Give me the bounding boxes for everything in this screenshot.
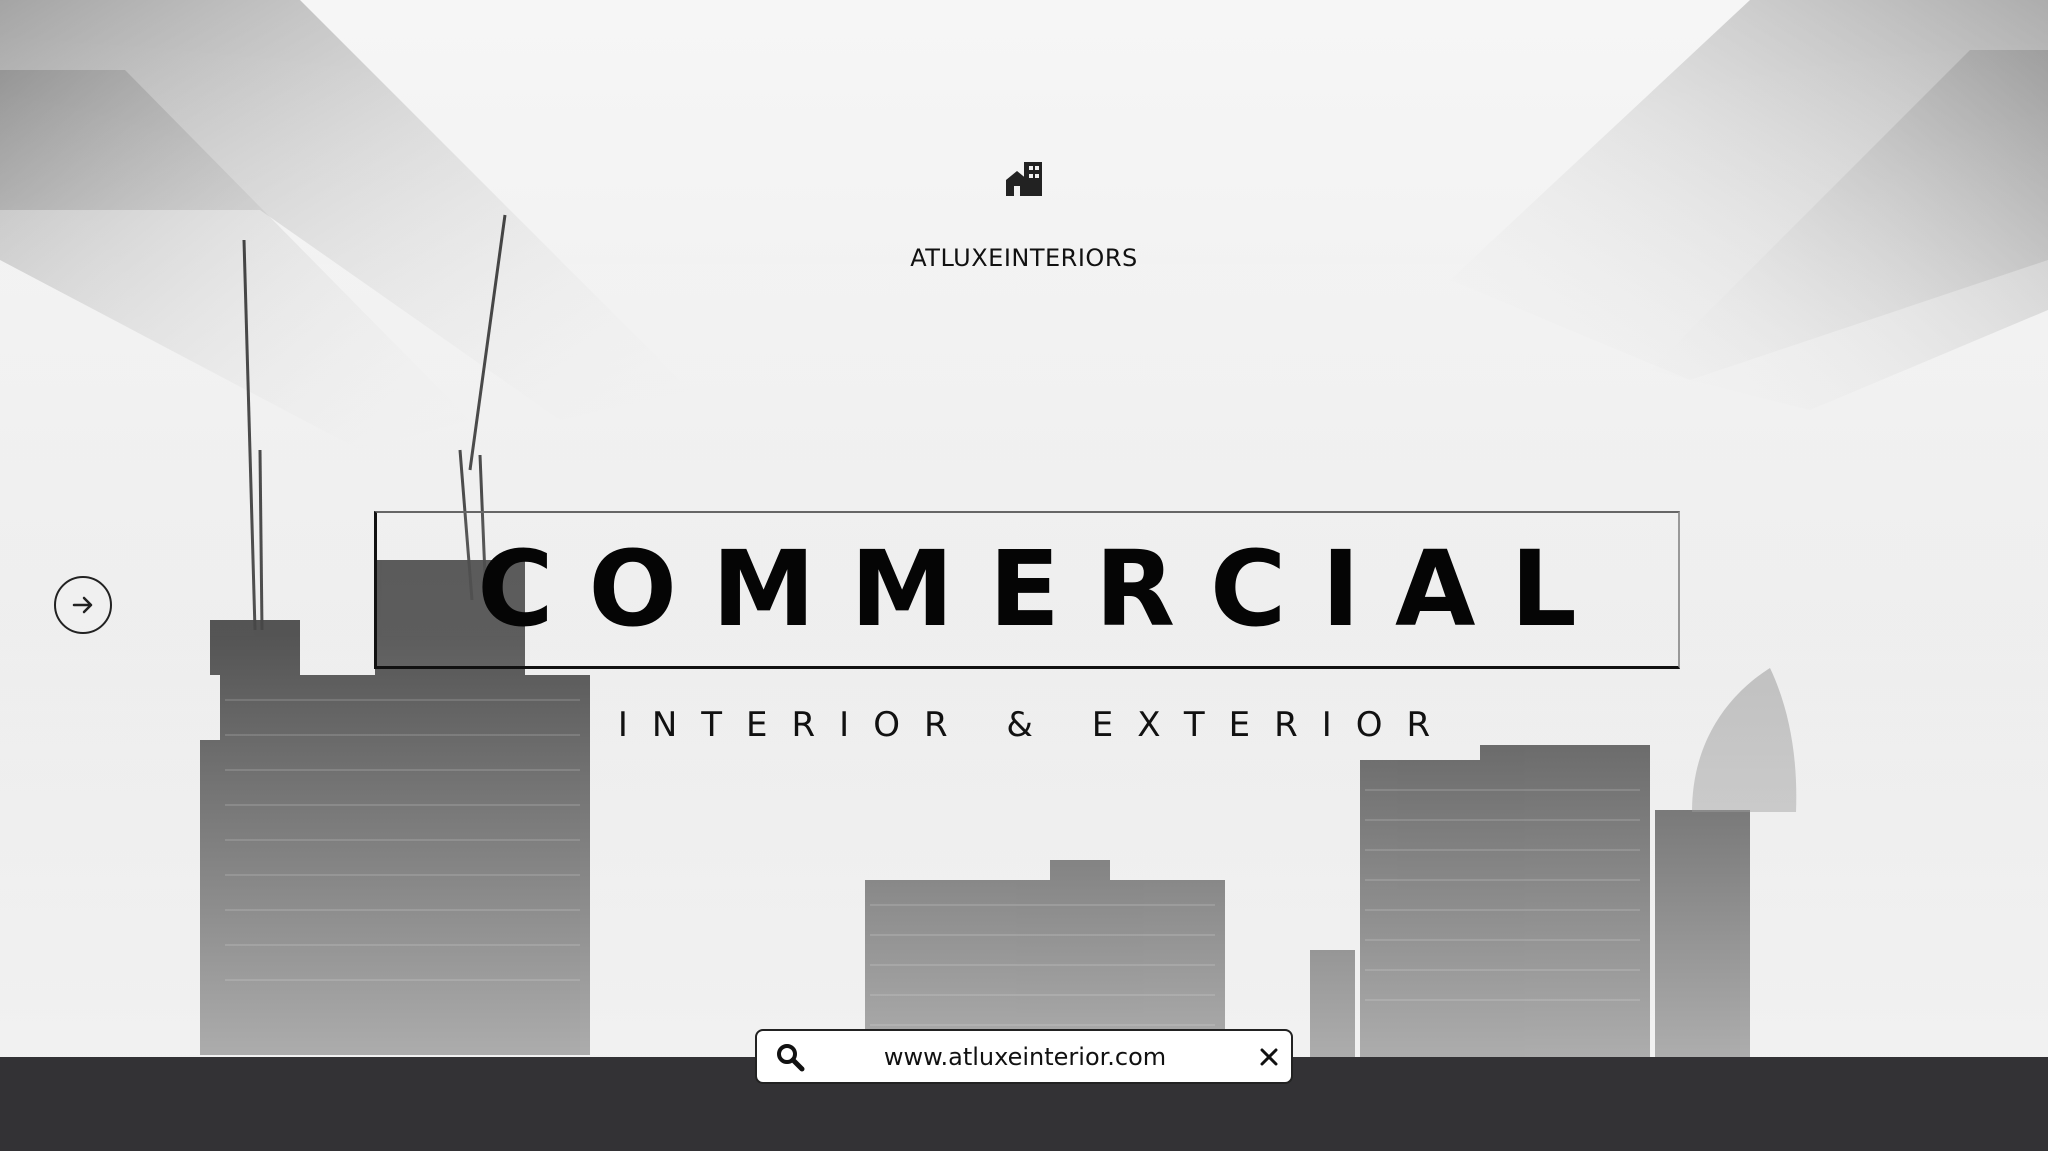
page-subtitle: INTERIOR & EXTERIOR: [617, 705, 1455, 745]
search-bar[interactable]: [755, 1029, 1293, 1084]
page-title: COMMERCIAL: [477, 528, 1612, 650]
building-icon: [1006, 162, 1042, 196]
logo: [0, 156, 2048, 205]
search-icon[interactable]: [775, 1042, 805, 1072]
close-icon[interactable]: [1257, 1045, 1281, 1069]
next-button[interactable]: [54, 576, 112, 634]
search-input[interactable]: [845, 1041, 1205, 1073]
brand-name: ATLUXEINTERIORS: [910, 244, 1138, 272]
hero-page: ATLUXEINTERIORS COMMERCIAL INTERIOR & EX…: [0, 0, 2048, 1151]
arrow-right-icon: [72, 596, 93, 614]
